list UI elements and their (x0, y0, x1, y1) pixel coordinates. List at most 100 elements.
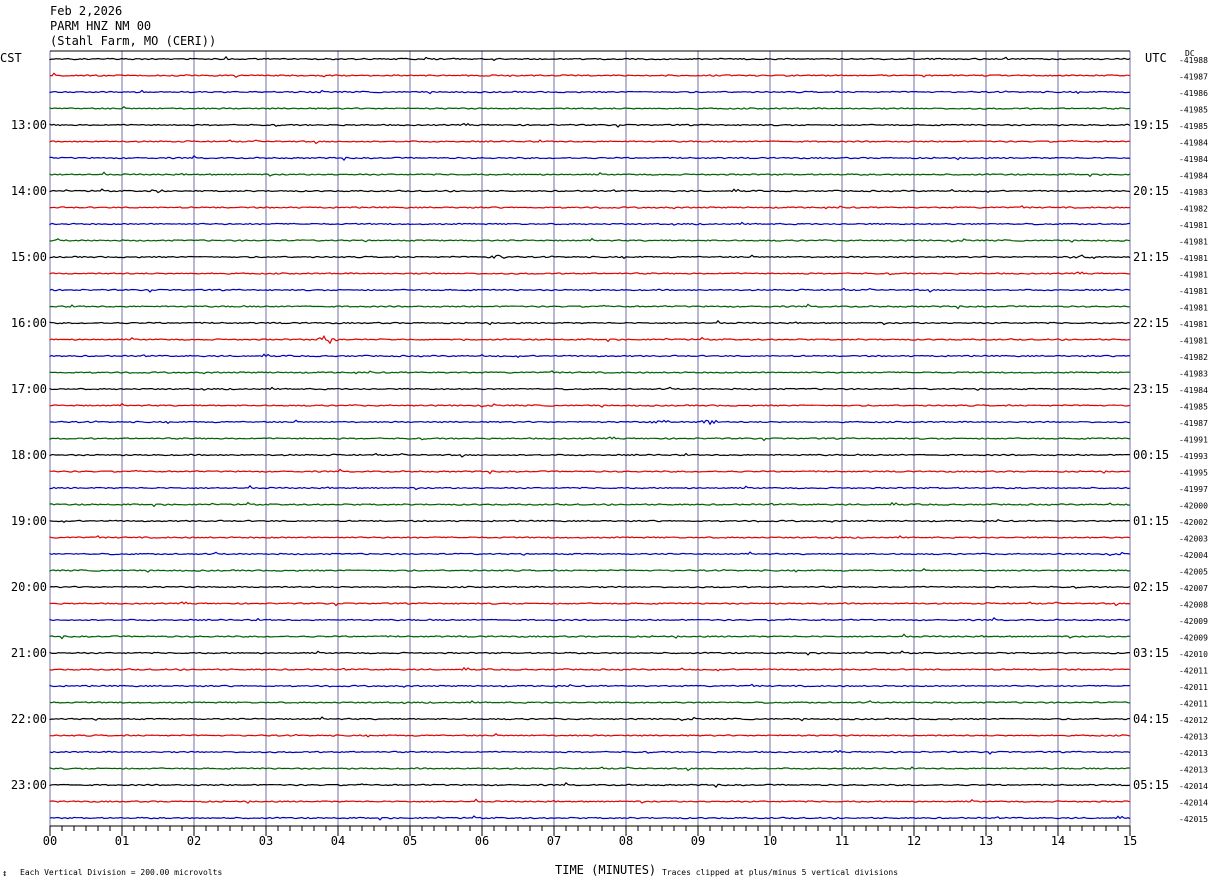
trace-line (49, 535, 1131, 540)
trace-line (49, 370, 1131, 375)
left-hour-label: 22:00 (11, 712, 47, 726)
x-tick-label: 15 (1123, 834, 1137, 848)
dc-value-label: -42007 (1179, 584, 1208, 593)
location-label: (Stahl Farm, MO (CERI)) (50, 34, 217, 48)
trace-line (49, 749, 1131, 755)
x-tick-label: 12 (907, 834, 921, 848)
trace-line (49, 733, 1131, 738)
trace-line (49, 683, 1131, 688)
dc-value-label: -41981 (1179, 254, 1208, 263)
dc-value-label: -41981 (1179, 337, 1208, 346)
trace-line (49, 106, 1131, 110)
x-tick-label: 04 (331, 834, 345, 848)
trace-line (49, 716, 1130, 722)
dc-value-label: -41982 (1179, 353, 1208, 362)
left-hour-label: 21:00 (11, 646, 47, 660)
trace-line (49, 402, 1131, 408)
trace-line (49, 254, 1131, 260)
trace-line (49, 782, 1131, 789)
dc-value-label: -42002 (1179, 518, 1208, 527)
dc-value-label: -42010 (1179, 650, 1208, 659)
dc-value-label: -41986 (1179, 89, 1208, 98)
dc-value-label: -41984 (1179, 155, 1208, 164)
x-tick-label: 10 (763, 834, 777, 848)
left-hour-label: 16:00 (11, 316, 47, 330)
left-hour-label: 20:00 (11, 580, 47, 594)
dc-value-label: -42009 (1179, 617, 1208, 626)
dc-value-label: -41993 (1179, 452, 1208, 461)
right-hour-label: 20:15 (1133, 184, 1169, 198)
right-hour-label: 23:15 (1133, 382, 1169, 396)
date-label: Feb 2,2026 (50, 4, 123, 18)
dc-value-label: -41981 (1179, 287, 1208, 296)
station-label: PARM HNZ NM 00 (50, 19, 152, 33)
dc-value-label: -41983 (1179, 188, 1208, 197)
x-axis-label: TIME (MINUTES) (555, 863, 657, 877)
dc-value-label: -42011 (1179, 700, 1208, 709)
trace-line (49, 188, 1131, 194)
right-hour-label: 21:15 (1133, 250, 1169, 264)
seismogram-plot: 00 01 02 03 04 05 06 07 08 09 10 11 12 13 14 15-41988-4… (11, 50, 1208, 848)
dc-value-label: -41997 (1179, 485, 1208, 494)
trace-line (49, 205, 1131, 210)
trace-line (49, 155, 1131, 162)
trace-line (49, 139, 1131, 145)
trace-line (49, 551, 1131, 557)
dc-value-label: -41982 (1179, 205, 1208, 214)
right-hour-label: 22:15 (1133, 316, 1169, 330)
dc-value-label: -42015 (1179, 815, 1208, 824)
trace-line (49, 287, 1131, 293)
x-tick-label: 00 (43, 834, 57, 848)
dc-value-label: -41991 (1179, 436, 1208, 445)
x-tick-label: 03 (259, 834, 273, 848)
right-hour-label: 02:15 (1133, 580, 1169, 594)
dc-value-label: -41981 (1179, 304, 1208, 313)
left-hour-label: 17:00 (11, 382, 47, 396)
dc-value-label: -41984 (1179, 172, 1208, 181)
trace-line (49, 601, 1131, 607)
dc-label: DC (1185, 49, 1195, 58)
dc-value-label: -41985 (1179, 106, 1208, 115)
trace-line (49, 650, 1130, 656)
dc-value-label: -42013 (1179, 733, 1208, 742)
trace-line (49, 419, 1131, 426)
dc-value-label: -41981 (1179, 320, 1208, 329)
trace-line (49, 72, 1131, 79)
right-timezone-label: UTC (1145, 51, 1167, 65)
x-tick-label: 08 (619, 834, 633, 848)
left-hour-label: 14:00 (11, 184, 47, 198)
dc-value-label: -42011 (1179, 667, 1208, 676)
trace-line (49, 700, 1131, 705)
trace-line (49, 171, 1131, 178)
dc-value-label: -41995 (1179, 469, 1208, 478)
dc-value-label: -41987 (1179, 419, 1208, 428)
left-timezone-label: CST (0, 51, 22, 65)
x-tick-label: 05 (403, 834, 417, 848)
trace-line (49, 334, 1131, 345)
clip-note: Traces clipped at plus/minus 5 vertical … (662, 868, 899, 877)
dc-value-label: -42009 (1179, 634, 1208, 643)
trace-line (49, 271, 1130, 276)
right-hour-label: 05:15 (1133, 778, 1169, 792)
right-hour-label: 00:15 (1133, 448, 1169, 462)
x-tick-label: 07 (547, 834, 561, 848)
dc-value-label: -41987 (1179, 73, 1208, 82)
dc-value-label: -41981 (1179, 221, 1208, 230)
trace-line (49, 484, 1131, 491)
trace-line (49, 501, 1131, 508)
seismic-traces (49, 55, 1131, 821)
dc-value-label: -41981 (1179, 271, 1208, 280)
dc-value-label: -42013 (1179, 766, 1208, 775)
right-hour-label: 19:15 (1133, 118, 1169, 132)
trace-line (49, 319, 1131, 326)
trace-line (49, 766, 1131, 772)
left-hour-label: 19:00 (11, 514, 47, 528)
dc-value-label: -42012 (1179, 716, 1208, 725)
left-hour-label: 18:00 (11, 448, 47, 462)
trace-line (49, 221, 1131, 226)
left-hour-label: 23:00 (11, 778, 47, 792)
trace-line (49, 666, 1131, 672)
trace-line (49, 89, 1131, 95)
dc-value-label: -42014 (1179, 799, 1208, 808)
dc-value-label: -42000 (1179, 502, 1208, 511)
